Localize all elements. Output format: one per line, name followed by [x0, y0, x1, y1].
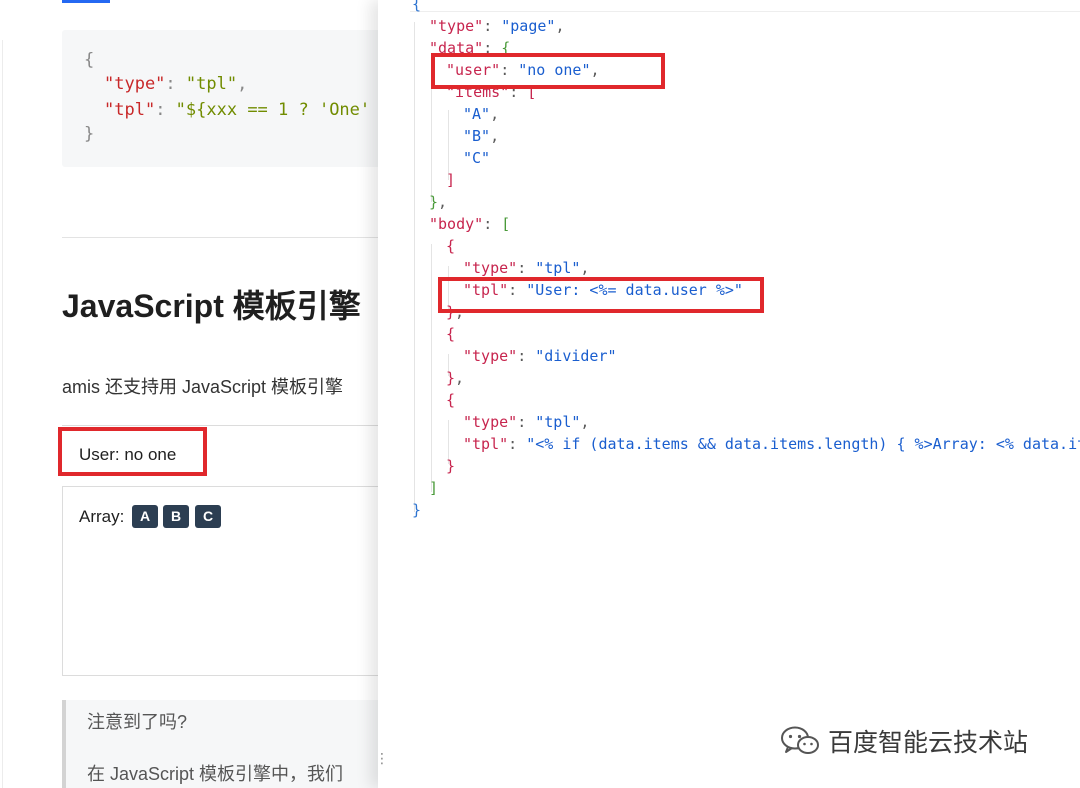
- preview-top-border: [62, 425, 378, 426]
- notice-title: 注意到了吗?: [87, 712, 188, 732]
- active-tab-indicator: [62, 0, 110, 3]
- json-line: "A",: [463, 104, 499, 124]
- json-source-panel[interactable]: {"type": "page", "data": {"user": "no one…: [378, 0, 1080, 788]
- json-line: "type": "tpl",: [463, 258, 589, 278]
- code-tpl-value: "${xxx == 1 ? 'One': [175, 100, 371, 120]
- json-token: ,: [580, 413, 590, 431]
- json-token: :: [517, 347, 536, 365]
- json-line: "type": "tpl",: [463, 412, 589, 432]
- panel-resize-handle[interactable]: ⋮: [375, 750, 389, 780]
- notice-text: 在 JavaScript 模板引擎中，我们: [87, 764, 344, 784]
- code-example-block: { "type": "tpl", "tpl": "${xxx == 1 ? 'O…: [62, 30, 378, 167]
- json-token: ,: [455, 369, 465, 387]
- json-token: }: [446, 369, 456, 387]
- json-token: }: [429, 193, 439, 211]
- json-token: "divider": [535, 347, 617, 365]
- code-tpl-key: "tpl": [104, 100, 156, 120]
- code-tpl-line: "tpl": "${xxx == 1 ? 'One': [104, 100, 371, 120]
- json-line: },: [429, 192, 447, 212]
- json-token: ,: [490, 105, 500, 123]
- json-token: [: [501, 215, 511, 233]
- json-token: "type": [463, 347, 518, 365]
- json-line: "type": "divider": [463, 346, 617, 366]
- json-token: :: [483, 215, 502, 233]
- json-line: ]: [446, 170, 455, 190]
- panel-top-border: [410, 11, 1080, 12]
- highlight-box-tpl: [438, 277, 764, 313]
- json-token: ]: [446, 171, 456, 189]
- json-token: :: [517, 259, 536, 277]
- code-type-value: "tpl": [185, 74, 238, 94]
- json-line: "B",: [463, 126, 499, 146]
- json-token: "<% if (data.items && data.items.length)…: [526, 435, 1080, 453]
- json-token: "B": [463, 127, 491, 145]
- preview-array-label: Array:: [79, 507, 125, 526]
- doc-page: { "type": "tpl", "tpl": "${xxx == 1 ? 'O…: [0, 0, 378, 788]
- code-open-brace: {: [84, 50, 95, 70]
- json-token: ,: [490, 127, 500, 145]
- json-line: }: [412, 500, 421, 520]
- json-token: {: [446, 391, 456, 409]
- json-token: "C": [463, 149, 491, 167]
- json-token: ,: [438, 193, 448, 211]
- json-token: "page": [501, 17, 556, 35]
- json-token: ,: [555, 17, 565, 35]
- json-line: {: [412, 0, 421, 14]
- indent-guide: [414, 22, 415, 512]
- json-token: "type": [463, 259, 518, 277]
- json-token: "body": [429, 215, 484, 233]
- page-border: [2, 40, 3, 788]
- indent-guide: [431, 244, 432, 492]
- json-line: ]: [429, 478, 438, 498]
- json-token: }: [412, 501, 422, 519]
- json-line: "tpl": "<% if (data.items && data.items.…: [463, 434, 1080, 454]
- array-chip-b: B: [163, 505, 189, 528]
- json-token: }: [446, 457, 456, 475]
- json-line: {: [446, 324, 455, 344]
- json-token: "tpl": [535, 259, 581, 277]
- highlight-box-user-output: [58, 427, 207, 476]
- array-chip-c: C: [195, 505, 221, 528]
- wechat-icon: [781, 726, 819, 754]
- json-token: :: [508, 435, 527, 453]
- json-line: "type": "page",: [429, 16, 564, 36]
- section-divider: [62, 237, 378, 238]
- json-line: "body": [: [429, 214, 510, 234]
- section-heading: JavaScript 模板引擎: [62, 288, 361, 324]
- code-type-key: "type": [104, 74, 166, 94]
- json-token: ,: [580, 259, 590, 277]
- json-token: :: [517, 413, 536, 431]
- code-close-brace: }: [84, 124, 95, 144]
- code-type-line: "type": "tpl",: [104, 74, 248, 94]
- watermark-text: 百度智能云技术站: [828, 728, 1029, 757]
- json-line: }: [446, 456, 455, 476]
- json-token: ]: [429, 479, 439, 497]
- json-line: {: [446, 236, 455, 256]
- json-token: {: [412, 0, 422, 13]
- json-token: {: [446, 325, 456, 343]
- watermark: 百度智能云技术站: [780, 724, 1028, 758]
- json-token: "tpl": [463, 435, 509, 453]
- highlight-box-user-data: [431, 53, 665, 89]
- json-token: "type": [429, 17, 484, 35]
- json-token: "A": [463, 105, 491, 123]
- json-token: :: [483, 17, 502, 35]
- json-line: },: [446, 368, 464, 388]
- json-line: {: [446, 390, 455, 410]
- json-token: {: [446, 237, 456, 255]
- json-token: "tpl": [535, 413, 581, 431]
- section-paragraph: amis 还支持用 JavaScript 模板引擎: [62, 377, 344, 397]
- json-line: "C": [463, 148, 490, 168]
- array-chip-a: A: [132, 505, 158, 528]
- json-token: "type": [463, 413, 518, 431]
